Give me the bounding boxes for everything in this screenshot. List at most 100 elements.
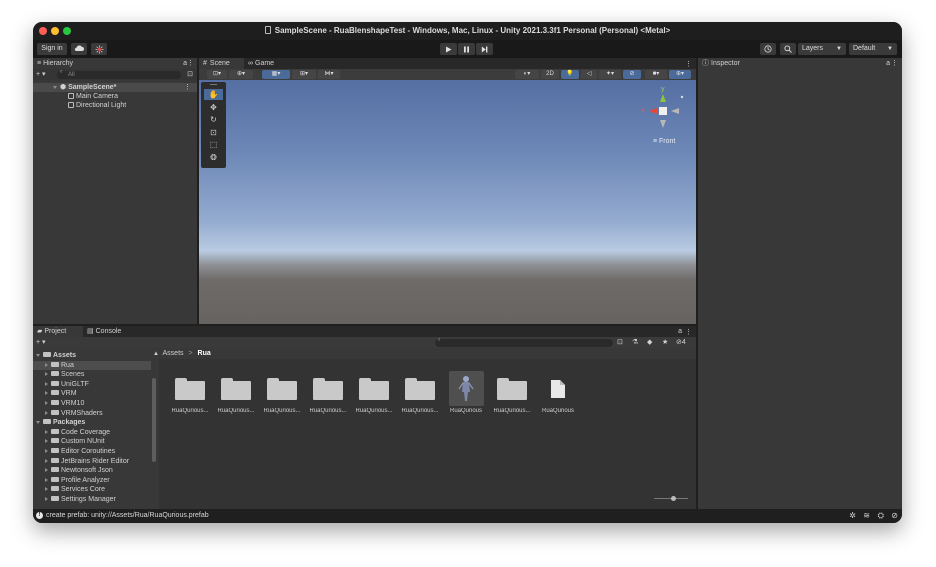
lock-icon[interactable]: a [886, 58, 890, 69]
asset-folder-tile[interactable]: RuaQurious... [491, 368, 533, 418]
more-menu-icon[interactable]: ⋮ [187, 58, 194, 69]
asset-folder-tile[interactable]: RuaQurious... [261, 368, 303, 418]
camera-settings-button[interactable]: ■▾ [645, 70, 667, 79]
render-mode-button[interactable]: ⊕▾ [229, 70, 253, 79]
more-menu-icon[interactable]: ⋮ [891, 58, 898, 69]
increment-snap-button[interactable]: ⊞▾ [292, 70, 316, 79]
grid-snap-button[interactable]: ▦▾ [262, 70, 290, 79]
pause-button[interactable] [458, 43, 475, 55]
effects-toggle[interactable]: ✦▾ [599, 70, 621, 79]
step-button[interactable] [476, 43, 493, 55]
tree-folder-item[interactable]: Code Coverage [33, 428, 151, 437]
tree-folder-item[interactable]: UniGLTF [33, 380, 151, 389]
hierarchy-search-field[interactable]: ᵒ All [57, 70, 181, 79]
tree-folder-item[interactable]: VRM10 [33, 399, 151, 408]
asset-folder-tile[interactable]: RuaQurious... [399, 368, 441, 418]
play-button[interactable] [440, 43, 457, 55]
label-filter-icon[interactable]: ◆ [647, 338, 652, 346]
visibility-toggle[interactable]: ⊘ [623, 70, 641, 79]
layout-dropdown[interactable]: Default ▼ [849, 43, 897, 55]
hidden-packages-icon[interactable]: ⊘4 [676, 338, 686, 346]
rect-tool-icon[interactable]: ⬚ [204, 139, 223, 150]
more-menu-icon[interactable]: ⋮ [685, 328, 692, 336]
database-icon[interactable]: ≋ [863, 511, 870, 520]
breadcrumb-assets[interactable]: Assets [163, 350, 184, 357]
expand-arrow-icon[interactable] [45, 458, 48, 463]
tab-project[interactable]: ▰ Project [33, 326, 83, 337]
expand-arrow-icon[interactable] [36, 354, 40, 357]
expand-arrow-icon[interactable] [45, 487, 48, 492]
history-button[interactable] [760, 43, 776, 55]
toggle-2d-button[interactable]: 2D [541, 70, 559, 79]
tree-folder-item[interactable]: VRMShaders [33, 409, 151, 418]
expand-arrow-icon[interactable] [45, 362, 48, 367]
filter-icon[interactable]: ⊡ [187, 70, 193, 78]
hierarchy-item[interactable]: Main Camera [68, 92, 118, 101]
expand-arrow-icon[interactable] [45, 401, 48, 405]
add-dropdown[interactable]: + ▾ [36, 338, 46, 346]
tree-folder-item[interactable]: Editor Coroutines [33, 447, 151, 456]
rotate-tool-icon[interactable]: ↻ [204, 114, 223, 125]
asset-folder-tile[interactable]: RuaQurious... [169, 368, 211, 418]
more-menu-icon[interactable]: ⋮ [184, 83, 191, 92]
tree-root-item[interactable]: Packages [33, 418, 151, 427]
expand-arrow-icon[interactable] [53, 86, 57, 89]
scale-tool-icon[interactable]: ⊡ [204, 127, 223, 138]
tab-inspector[interactable]: ⓘ Inspector a ⋮ [698, 58, 902, 69]
more-menu-icon[interactable]: ⋮ [685, 60, 692, 68]
breadcrumb-rua[interactable]: Rua [198, 350, 211, 357]
asset-prefab-tile[interactable]: RuaQurious [445, 368, 487, 418]
search-by-type-icon[interactable]: ⊡ [617, 338, 623, 346]
zoom-slider-thumb[interactable] [671, 496, 676, 501]
transform-tool-icon[interactable]: ❂ [204, 152, 223, 163]
search-button[interactable] [780, 43, 796, 55]
favorite-star-icon[interactable]: ★ [662, 338, 668, 346]
expand-arrow-icon[interactable] [45, 477, 48, 482]
tab-hierarchy[interactable]: ≡ Hierarchy a ⋮ [33, 58, 197, 69]
collab-button[interactable] [91, 43, 107, 55]
status-message[interactable]: create prefab: unity://Assets/Rua/RuaQur… [46, 512, 209, 519]
scene-row[interactable]: ⬢ SampleScene* ⋮ [33, 83, 197, 92]
asset-folder-tile[interactable]: RuaQurious... [353, 368, 395, 418]
asset-folder-tile[interactable]: RuaQurious... [307, 368, 349, 418]
tree-folder-item[interactable]: Scenes [33, 370, 151, 379]
tree-folder-item[interactable]: Custom NUnit [33, 437, 151, 446]
expand-arrow-icon[interactable] [45, 449, 48, 453]
tab-game[interactable]: ∞ Game [244, 58, 289, 69]
zoom-slider[interactable] [654, 496, 688, 501]
asset-file-tile[interactable]: RuaQurious [537, 368, 579, 418]
move-tool-icon[interactable]: ✥ [204, 102, 223, 113]
add-dropdown[interactable]: + ▾ [36, 70, 46, 78]
tree-folder-item[interactable]: JetBrains Rider Editor [33, 457, 151, 466]
expand-arrow-icon[interactable] [45, 468, 48, 473]
check-icon[interactable]: ⊘ [891, 511, 898, 520]
project-search-field[interactable]: ᵒ [435, 338, 613, 347]
audio-toggle[interactable]: ◁ [581, 70, 597, 79]
cloud-button[interactable] [71, 43, 87, 55]
collapse-arrow-icon[interactable]: ▲ [153, 351, 159, 357]
hierarchy-item[interactable]: Directional Light [68, 101, 126, 110]
snap-settings-button[interactable]: ⋈▾ [318, 70, 340, 79]
tree-folder-item[interactable]: Newtonsoft Json [33, 466, 151, 475]
tree-scrollbar[interactable] [152, 378, 156, 462]
expand-arrow-icon[interactable] [45, 497, 48, 501]
tab-scene[interactable]: # Scene [199, 58, 244, 69]
tree-folder-item[interactable]: Rua [33, 360, 151, 370]
asset-folder-tile[interactable]: RuaQurious... [215, 368, 257, 418]
package-filter-icon[interactable]: ⚗ [632, 338, 638, 346]
gizmos-button[interactable]: ⊕▾ [669, 70, 691, 79]
tree-folder-item[interactable]: Settings Manager [33, 495, 151, 504]
sign-in-button[interactable]: Sign in [37, 43, 67, 55]
expand-arrow-icon[interactable] [45, 391, 48, 396]
bake-icon[interactable]: ⛭ [878, 511, 884, 521]
lighting-toggle[interactable]: 💡 [561, 70, 579, 79]
lock-icon[interactable]: a [678, 328, 682, 335]
expand-arrow-icon[interactable] [45, 372, 48, 377]
draw-mode-button[interactable]: ⊡▾ [207, 70, 227, 79]
scene-camera-button[interactable]: ◐▾ [515, 70, 539, 79]
scene-viewport[interactable]: ✋ ✥ ↻ ⊡ ⬚ ❂ y x ≡ Front [199, 80, 696, 324]
expand-arrow-icon[interactable] [45, 439, 48, 444]
expand-arrow-icon[interactable] [36, 421, 40, 425]
tree-root-item[interactable]: Assets [33, 351, 151, 360]
layers-dropdown[interactable]: Layers ▼ [798, 43, 846, 55]
